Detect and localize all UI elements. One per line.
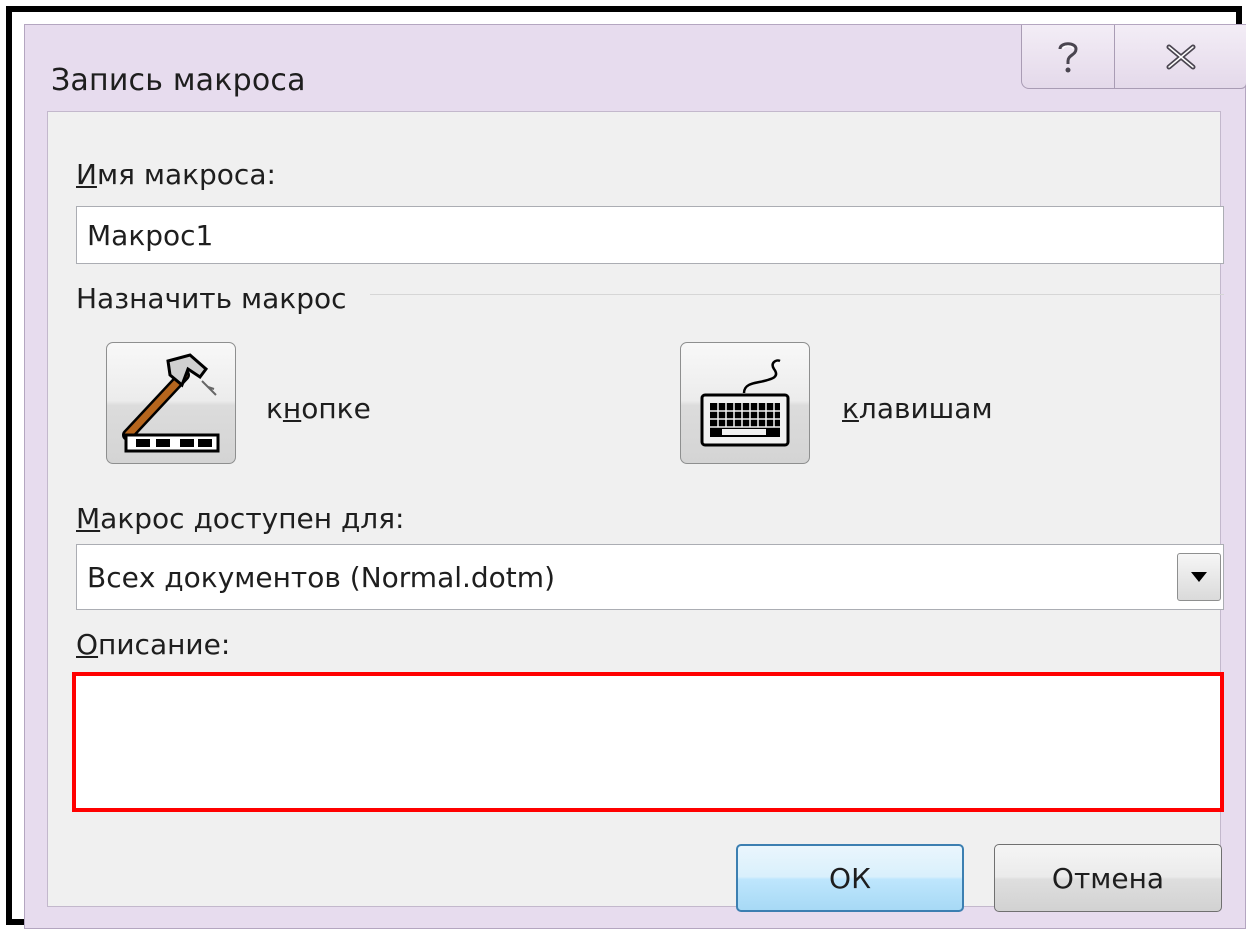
cancel-button-label: Отмена — [1051, 861, 1165, 895]
dialog-client-area: Имя макроса: Назначить макрос кн — [47, 111, 1224, 912]
assign-macro-heading: Назначить макрос — [76, 282, 347, 315]
dropdown-arrow-button[interactable] — [1177, 553, 1221, 601]
assign-to-button-button[interactable] — [106, 342, 236, 464]
cancel-button[interactable]: Отмена — [994, 844, 1222, 912]
available-for-dropdown[interactable]: Всех документов (Normal.dotm) — [76, 544, 1224, 610]
record-macro-dialog: Запись макроса Имя макроса: Макрос1 Назн… — [24, 24, 1246, 929]
help-button[interactable] — [1021, 25, 1115, 89]
assign-separator — [370, 294, 1224, 295]
title-bar[interactable]: Запись макроса — [25, 25, 1246, 111]
description-textarea[interactable] — [72, 672, 1224, 812]
ok-button-label: ОК — [829, 861, 871, 895]
macro-name-input[interactable] — [76, 206, 1224, 264]
keyboard-icon — [700, 359, 790, 447]
dialog-title: Запись макроса — [51, 63, 306, 98]
caption-buttons — [1021, 25, 1246, 89]
assign-to-keyboard-button[interactable] — [680, 342, 810, 464]
available-for-label: Макрос доступен для: — [76, 502, 405, 535]
chevron-down-icon — [1191, 572, 1207, 582]
description-label: Описание: — [76, 628, 231, 661]
ok-button[interactable]: ОК — [736, 844, 964, 912]
assign-to-keyboard-label: клавишам — [842, 392, 993, 425]
available-for-selected: Всех документов (Normal.dotm) — [87, 560, 555, 594]
assign-to-button-label: кнопке — [266, 392, 371, 425]
screenshot-frame: Запись макроса Имя макроса: Макрос1 Назн… — [6, 6, 1246, 929]
assign-to-button-text: кнопке — [266, 392, 371, 425]
hammer-toolbar-icon — [122, 353, 220, 453]
close-button[interactable] — [1115, 25, 1246, 89]
macro-name-label: Имя макроса: — [76, 158, 276, 191]
close-icon — [1166, 44, 1195, 69]
help-icon — [1058, 41, 1078, 72]
